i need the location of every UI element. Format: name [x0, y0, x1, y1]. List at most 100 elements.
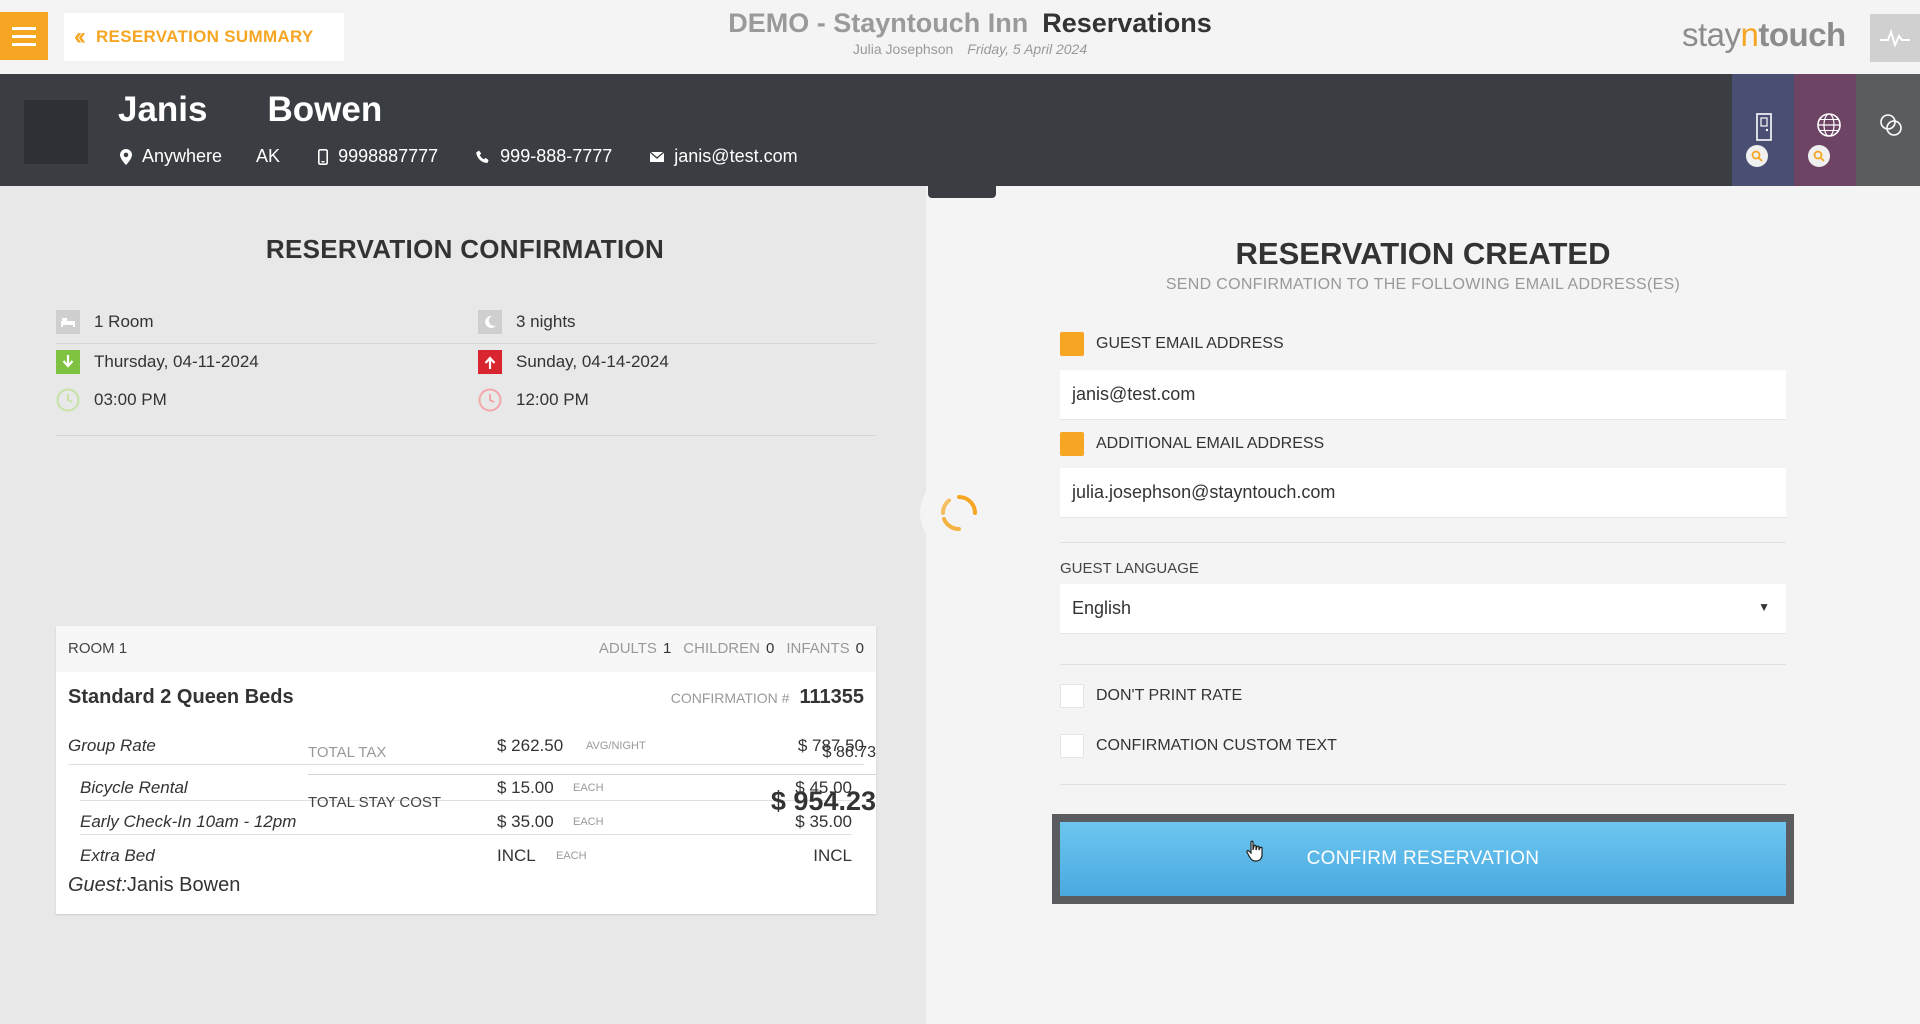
confirm-button-label: CONFIRM RESERVATION — [1306, 848, 1540, 869]
location-pin-icon — [120, 148, 132, 165]
adults-count: 1 — [662, 640, 672, 657]
stay-dates-row: Thursday, 04-11-2024 Sunday, 04-14-2024 … — [56, 350, 876, 436]
mobile-phone-icon — [318, 148, 329, 165]
infants-count: 0 — [855, 640, 864, 657]
addon-price: $ 35.00 — [497, 812, 554, 831]
menu-button[interactable] — [0, 12, 48, 60]
guest-name: Janis Bowen — [118, 90, 382, 130]
reservation-created-panel: RESERVATION CREATED SEND CONFIRMATION TO… — [926, 186, 1920, 1024]
addon-unit: EACH — [556, 850, 587, 862]
departure-time: 12:00 PM — [516, 390, 589, 409]
room-assignment-tab[interactable] — [1732, 74, 1794, 186]
dont-print-rate-label: DON'T PRINT RATE — [1096, 687, 1243, 704]
guest-language-label: GUEST LANGUAGE — [1060, 560, 1199, 577]
additional-email-input[interactable]: julia.josephson@stayntouch.com — [1060, 468, 1786, 518]
rate-name: Group Rate — [68, 736, 156, 755]
top-header: ‹‹ RESERVATION SUMMARY DEMO - Stayntouch… — [0, 0, 1920, 74]
email-icon — [650, 151, 665, 162]
guest-first-name: Janis — [118, 90, 208, 129]
bed-icon — [56, 310, 80, 334]
stay-length-row: 1 Room 3 nights — [56, 304, 876, 344]
guest-bar: Janis Bowen Anywhere AK 9998887777 999-888… — [0, 74, 1920, 186]
departure-date: Sunday, 04-14-2024 — [516, 352, 669, 371]
avatar — [24, 100, 88, 164]
web-tab[interactable] — [1794, 74, 1856, 186]
page-heading: DEMO - Stayntouch Inn Reservations Julia … — [700, 8, 1240, 57]
user-name: Julia Josephson — [852, 41, 954, 57]
pulse-icon — [1880, 28, 1910, 48]
business-date: Friday, 5 April 2024 — [967, 41, 1088, 57]
room-type: Standard 2 Queen Beds — [68, 686, 294, 708]
occupancy: ADULTS 1 CHILDREN 0 INFANTS 0 — [598, 640, 864, 657]
arrival-clock-icon — [56, 388, 80, 412]
room-label: ROOM 1 — [68, 640, 128, 657]
total-stay-value: $ 954.23 — [770, 786, 876, 816]
additional-email-label: ADDITIONAL EMAIL ADDRESS — [1096, 435, 1325, 452]
search-icon — [1808, 145, 1830, 167]
dont-print-rate-row[interactable]: DON'T PRINT RATE — [1060, 684, 1242, 708]
total-stay-label: TOTAL STAY COST — [308, 794, 442, 811]
guest-email-checkbox-row[interactable]: GUEST EMAIL ADDRESS — [1060, 332, 1284, 356]
departure-clock-icon — [478, 388, 502, 412]
guest-contact-info: Anywhere AK 9998887777 999-888-7777 janis… — [120, 146, 836, 167]
guest-language-select[interactable]: English ▼ — [1060, 584, 1786, 634]
brand-logo: stayntouch — [1682, 16, 1846, 53]
addon-name: Extra Bed — [80, 846, 155, 865]
additional-email-checkbox-row[interactable]: ADDITIONAL EMAIL ADDRESS — [1060, 432, 1324, 456]
room-guest: Guest:Janis Bowen — [68, 874, 241, 896]
guest-language-value: English — [1072, 598, 1132, 618]
room-count: 1 Room — [94, 312, 154, 331]
addon-price: INCL — [497, 846, 536, 865]
guest-email-input[interactable]: janis@test.com — [1060, 370, 1786, 420]
custom-text-label: CONFIRMATION CUSTOM TEXT — [1096, 737, 1337, 754]
activity-button[interactable] — [1870, 14, 1920, 62]
double-chevron-left-icon: ‹‹ — [74, 23, 86, 50]
search-icon — [1746, 145, 1768, 167]
guest-city: Anywhere — [142, 146, 223, 166]
room-header: ROOM 1 ADULTS 1 CHILDREN 0 INFANTS 0 — [56, 626, 876, 672]
door-icon — [1756, 113, 1772, 141]
spinner-icon — [940, 495, 977, 532]
departure-arrow-icon — [478, 350, 502, 374]
addon-unit: EACH — [573, 816, 604, 828]
back-button-label: RESERVATION SUMMARY — [95, 27, 314, 46]
globe-icon — [1817, 113, 1841, 137]
caret-down-icon: ▼ — [1758, 600, 1770, 614]
addon-name: Bicycle Rental — [80, 778, 188, 797]
dont-print-rate-checkbox[interactable] — [1060, 684, 1084, 708]
created-title: RESERVATION CREATED — [1235, 236, 1611, 271]
guest-email: janis@test.com — [674, 146, 798, 166]
moon-icon — [478, 310, 502, 334]
addon-name: Early Check-In 10am - 12pm — [80, 812, 297, 831]
confirmation-title: RESERVATION CONFIRMATION — [265, 234, 665, 264]
total-tax-label: TOTAL TAX — [308, 744, 387, 761]
guest-last-name: Bowen — [267, 90, 383, 129]
group-tab[interactable] — [1856, 74, 1920, 186]
total-stay-row: TOTAL STAY COST $ 954.23 — [308, 786, 876, 816]
back-to-summary-button[interactable]: ‹‹ RESERVATION SUMMARY — [64, 13, 344, 61]
hand-cursor-icon — [1246, 840, 1263, 862]
room-card: ROOM 1 ADULTS 1 CHILDREN 0 INFANTS 0 Standard… — [56, 626, 876, 914]
guest-phone: 999-888-7777 — [500, 146, 613, 166]
guest-state: AK — [256, 146, 281, 166]
reservation-confirmation-panel: RESERVATION CONFIRMATION 1 Room 3 nights… — [0, 186, 926, 1024]
addon-total: INCL — [813, 846, 852, 865]
night-count: 3 nights — [516, 312, 576, 331]
arrival-time: 03:00 PM — [94, 390, 167, 409]
module-name: Reservations — [1042, 8, 1212, 38]
confirm-button-frame: CONFIRM RESERVATION — [1052, 814, 1794, 904]
panel-divider-handle[interactable] — [928, 186, 996, 198]
guest-email-label: GUEST EMAIL ADDRESS — [1096, 335, 1284, 352]
arrival-date: Thursday, 04-11-2024 — [94, 352, 259, 371]
additional-email-checkbox[interactable] — [1060, 432, 1084, 456]
hamburger-icon — [12, 26, 36, 30]
guest-email-checkbox[interactable] — [1060, 332, 1084, 356]
addon-row: Early Check-In 10am - 12pm $ 35.00 EACH … — [68, 812, 864, 832]
arrival-arrow-icon — [56, 350, 80, 374]
addon-unit: EACH — [573, 782, 604, 794]
children-count: 0 — [765, 640, 775, 657]
custom-text-row[interactable]: CONFIRMATION CUSTOM TEXT — [1060, 734, 1337, 758]
custom-text-checkbox[interactable] — [1060, 734, 1084, 758]
confirm-reservation-button[interactable]: CONFIRM RESERVATION — [1060, 822, 1786, 896]
created-subtitle: SEND CONFIRMATION TO THE FOLLOWING EMAIL… — [1165, 276, 1681, 293]
